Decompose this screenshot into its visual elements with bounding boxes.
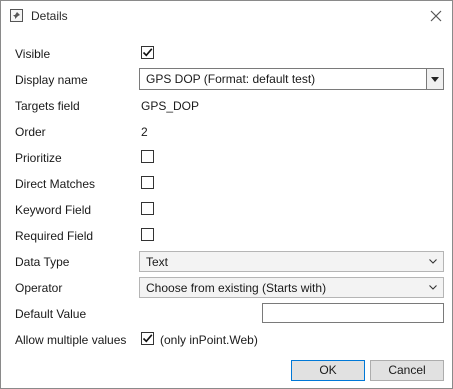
data-type-label: Data Type [15, 255, 70, 269]
keyword-field-checkbox[interactable] [141, 202, 154, 215]
chevron-down-icon [429, 285, 437, 290]
display-name-dropdown-button[interactable] [426, 69, 443, 89]
order-label: Order [15, 125, 46, 139]
visible-label: Visible [15, 47, 51, 61]
chevron-down-icon [429, 259, 437, 264]
cancel-button[interactable]: Cancel [370, 360, 444, 381]
keyword-field-label: Keyword Field [15, 203, 92, 217]
details-dialog: Details Visible Display name GPS DOP (Fo… [0, 0, 453, 389]
close-icon [430, 10, 442, 22]
ok-button[interactable]: OK [291, 360, 365, 381]
checkmark-icon [142, 334, 153, 343]
prioritize-checkbox[interactable] [141, 150, 154, 163]
prioritize-label: Prioritize [15, 151, 62, 165]
window-pin-icon [10, 9, 23, 22]
operator-select[interactable]: Choose from existing (Starts with) [139, 277, 444, 298]
direct-matches-label: Direct Matches [15, 177, 96, 191]
default-value-input[interactable] [262, 303, 444, 323]
close-button[interactable] [427, 7, 445, 25]
dropdown-triangle-icon [431, 77, 439, 82]
visible-checkbox[interactable] [141, 46, 154, 59]
operator-value: Choose from existing (Starts with) [146, 281, 327, 295]
title-bar[interactable]: Details [1, 1, 452, 31]
operator-label: Operator [15, 281, 63, 295]
window-title: Details [31, 9, 68, 23]
data-type-value: Text [146, 255, 169, 269]
required-field-label: Required Field [15, 229, 94, 243]
data-type-select[interactable]: Text [139, 251, 444, 272]
default-value-label: Default Value [15, 307, 87, 321]
display-name-label: Display name [15, 73, 88, 87]
allow-multiple-note: (only inPoint.Web) [160, 333, 258, 347]
required-field-checkbox[interactable] [141, 228, 154, 241]
targets-field-value: GPS_DOP [141, 99, 200, 113]
targets-field-label: Targets field [15, 99, 80, 113]
display-name-value: GPS DOP (Format: default test) [146, 72, 316, 86]
direct-matches-checkbox[interactable] [141, 176, 154, 189]
display-name-combobox[interactable]: GPS DOP (Format: default test) [139, 68, 444, 90]
order-value: 2 [141, 125, 148, 139]
checkmark-icon [142, 48, 153, 57]
allow-multiple-checkbox[interactable] [141, 332, 154, 345]
allow-multiple-label: Allow multiple values [15, 333, 127, 347]
